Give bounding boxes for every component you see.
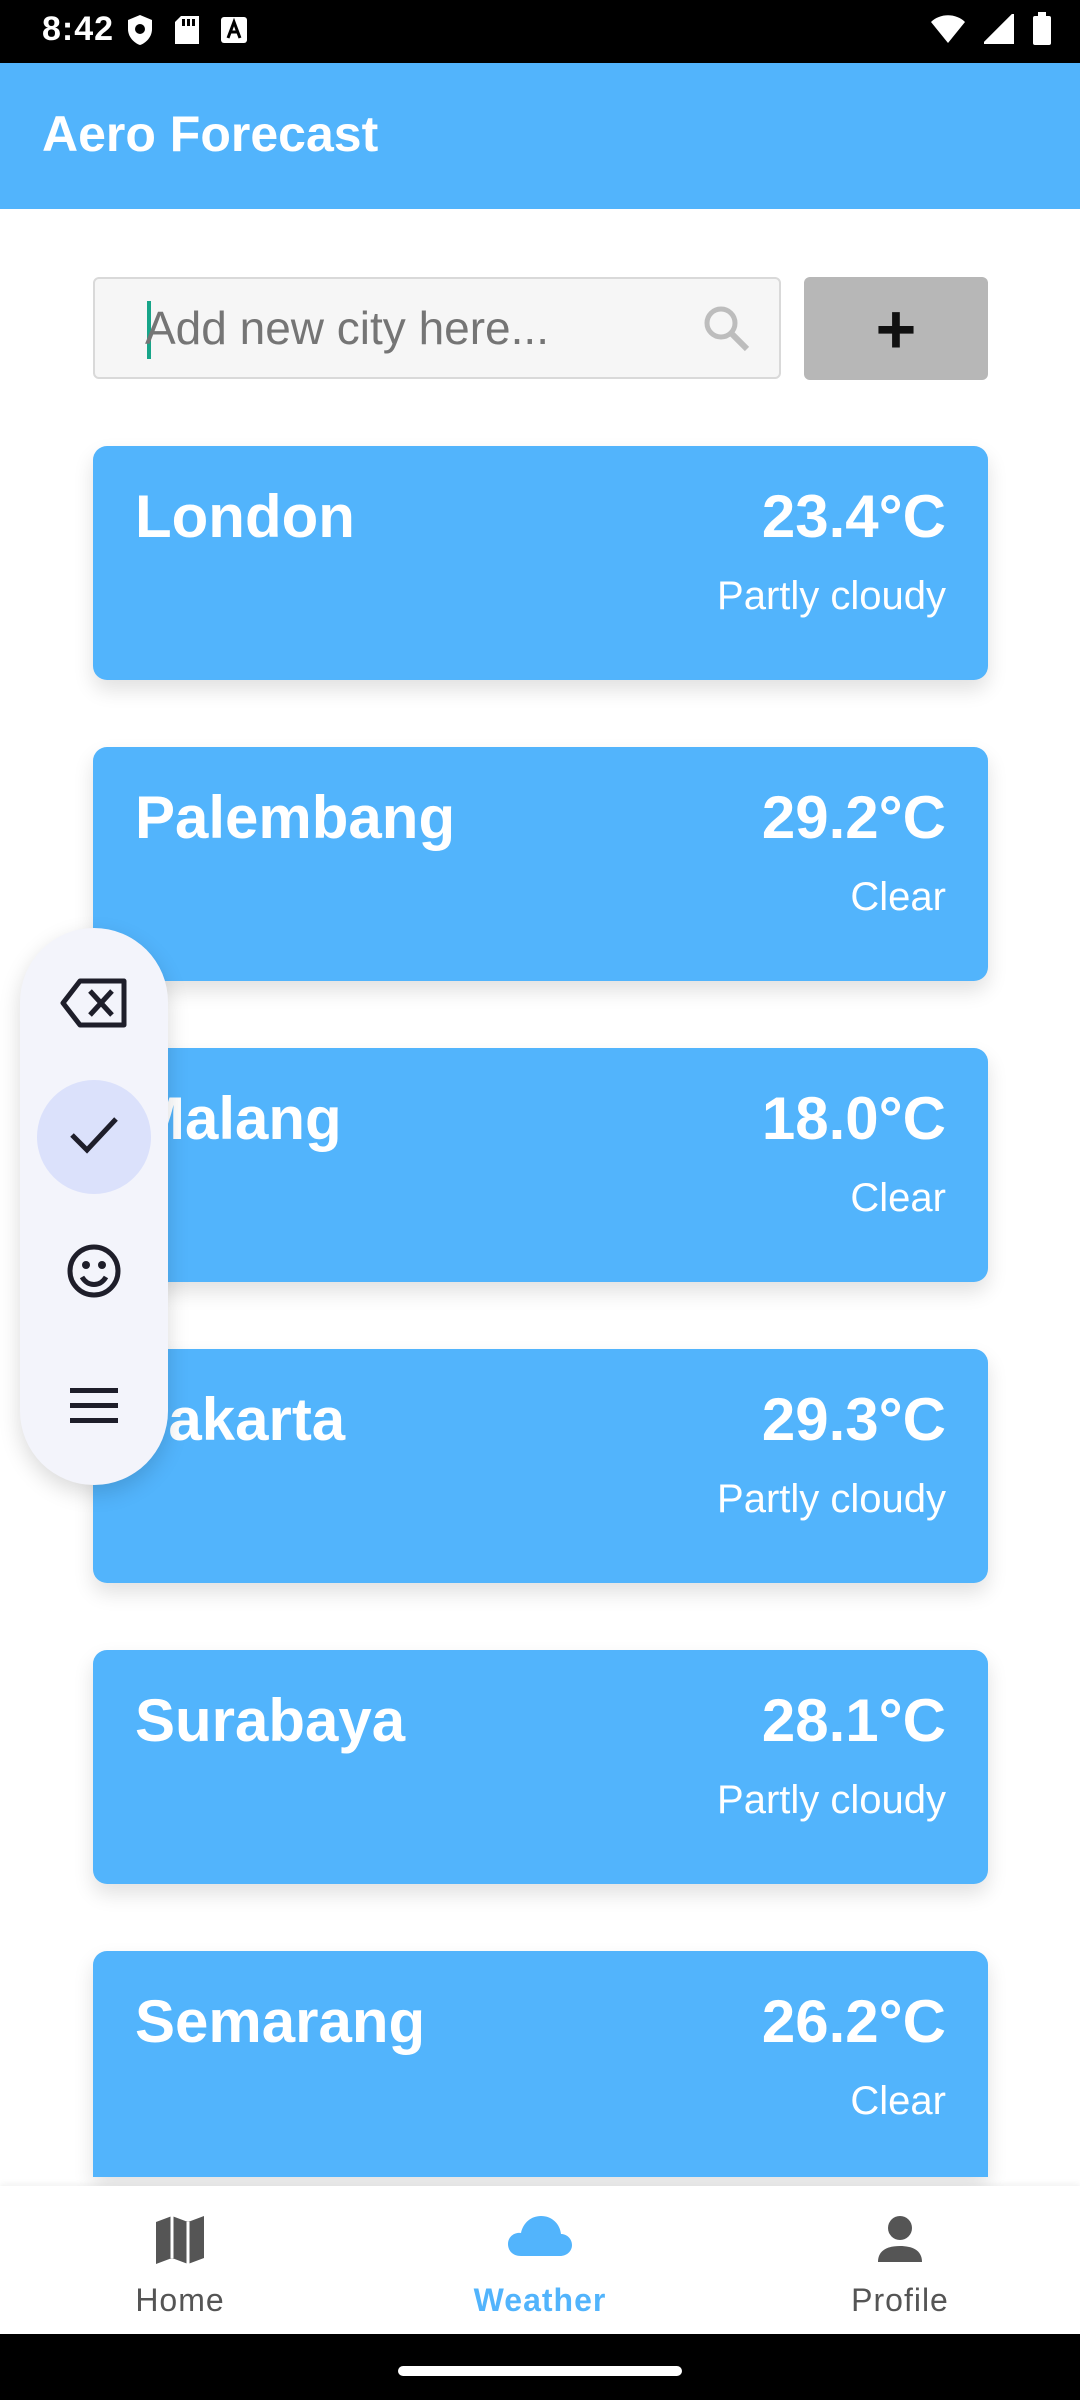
emoji-button[interactable] [37, 1216, 151, 1330]
city-card-palembang[interactable]: Palembang 29.2°C Clear [93, 747, 988, 981]
city-name: Palembang [135, 784, 456, 851]
nav-label-home: Home [135, 2282, 225, 2318]
check-button[interactable] [37, 1080, 151, 1194]
city-condition: Partly cloudy [717, 574, 946, 618]
check-icon [69, 1115, 119, 1160]
nav-item-profile[interactable]: Profile [720, 2186, 1080, 2334]
search-icon[interactable] [701, 303, 751, 358]
city-temp: 23.4°C [761, 483, 946, 550]
city-card-surabaya[interactable]: Surabaya 28.1°C Partly cloudy [93, 1650, 988, 1884]
city-card-london[interactable]: London 23.4°C Partly cloudy [93, 446, 988, 680]
map-icon [154, 2214, 206, 2271]
city-name: London [135, 483, 355, 550]
font-a-icon [220, 16, 248, 49]
sd-card-icon [174, 15, 200, 50]
city-temp: 29.2°C [761, 784, 946, 851]
backspace-icon [60, 978, 128, 1033]
status-bar: 8:42 [0, 0, 1080, 63]
city-condition: Partly cloudy [717, 1778, 946, 1822]
menu-icon [68, 1386, 120, 1431]
nav-label-profile: Profile [851, 2282, 949, 2318]
status-time: 8:42 [42, 10, 115, 48]
shield-icon [126, 14, 154, 51]
city-condition: Clear [850, 875, 946, 919]
cloud-icon [507, 2214, 573, 2263]
city-name: Semarang [135, 1988, 426, 2055]
person-icon [876, 2214, 924, 2269]
gesture-bar [0, 2334, 1080, 2400]
city-card-semarang[interactable]: Semarang 26.2°C Clear [93, 1951, 988, 2177]
city-temp: 26.2°C [761, 1988, 946, 2055]
city-search-field[interactable] [93, 277, 781, 379]
city-name: Surabaya [135, 1687, 406, 1754]
app-title: Aero Forecast [42, 106, 379, 162]
city-card-malang[interactable]: Malang 18.0°C Clear [93, 1048, 988, 1282]
city-input[interactable] [145, 279, 705, 377]
city-condition: Partly cloudy [717, 1477, 946, 1521]
city-condition: Clear [850, 2079, 946, 2123]
city-temp: 18.0°C [761, 1085, 946, 1152]
nav-item-weather[interactable]: Weather [360, 2186, 720, 2334]
add-city-button[interactable]: + [804, 277, 988, 380]
nav-label-weather: Weather [473, 2282, 607, 2318]
bottom-navigation: Home Weather Profile [0, 2186, 1080, 2334]
battery-icon [1032, 12, 1052, 51]
signal-icon [981, 11, 1015, 49]
backspace-button[interactable] [37, 948, 151, 1062]
emoji-icon [66, 1243, 122, 1304]
city-card-jakarta[interactable]: Jakarta 29.3°C Partly cloudy [93, 1349, 988, 1583]
city-condition: Clear [850, 1176, 946, 1220]
city-temp: 29.3°C [761, 1386, 946, 1453]
app-bar: Aero Forecast [0, 63, 1080, 209]
home-indicator[interactable] [398, 2366, 682, 2376]
city-temp: 28.1°C [761, 1687, 946, 1754]
nav-item-home[interactable]: Home [0, 2186, 360, 2334]
plus-icon: + [875, 289, 917, 368]
wifi-icon [930, 14, 966, 49]
floating-toolbar [20, 928, 168, 1485]
menu-button[interactable] [37, 1351, 151, 1465]
